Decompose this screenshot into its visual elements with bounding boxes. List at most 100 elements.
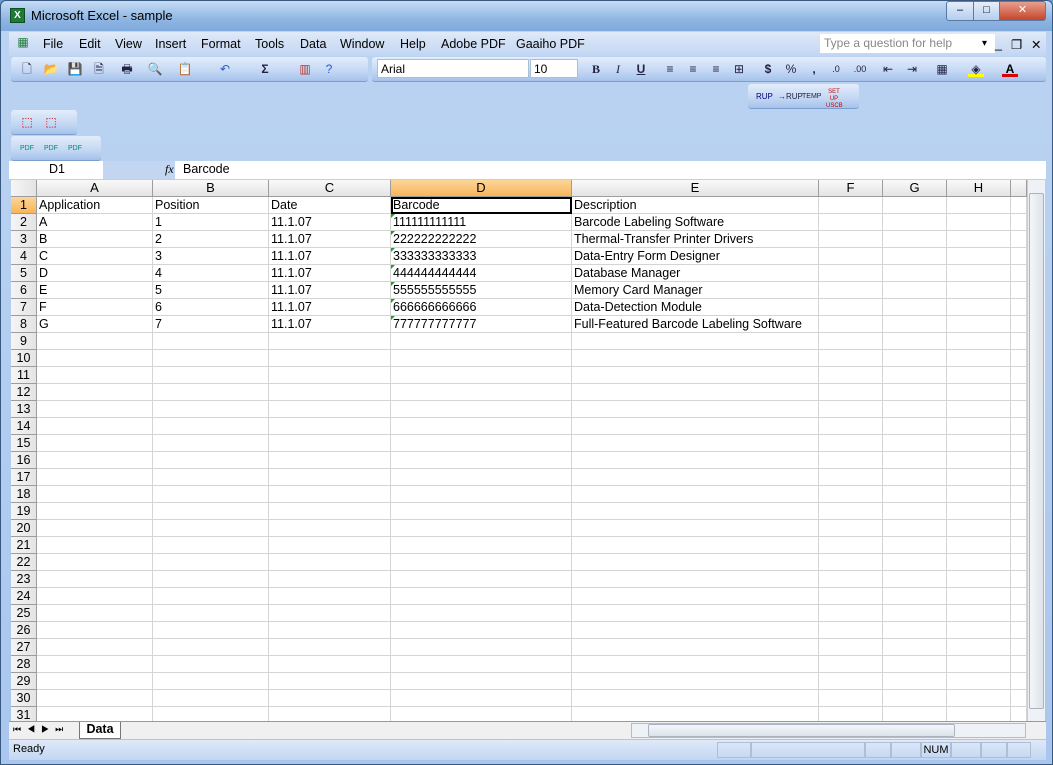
menu-adobe-pdf[interactable]: Adobe PDF	[441, 37, 506, 51]
cell-h24[interactable]	[947, 588, 1011, 605]
cell-f1[interactable]	[819, 197, 883, 214]
cell-a11[interactable]	[37, 367, 153, 384]
gaaiho-pdf-mail-icon[interactable]: PDF	[43, 141, 59, 156]
menu-file[interactable]: File	[43, 37, 63, 51]
cell-g5[interactable]	[883, 265, 947, 282]
cell-c17[interactable]	[269, 469, 391, 486]
cell-d13[interactable]	[391, 401, 572, 418]
cell-d25[interactable]	[391, 605, 572, 622]
cell-c26[interactable]	[269, 622, 391, 639]
row-header[interactable]: 2	[11, 214, 37, 231]
comma-button[interactable]: ,	[806, 62, 822, 77]
cell-f24[interactable]	[819, 588, 883, 605]
cell-h11[interactable]	[947, 367, 1011, 384]
row-header[interactable]: 23	[11, 571, 37, 588]
maximize-button[interactable]: □	[973, 1, 1000, 21]
cell-d3[interactable]: 222222222222	[391, 231, 572, 248]
cell-c3[interactable]: 11.1.07	[269, 231, 391, 248]
row-header[interactable]: 30	[11, 690, 37, 707]
row-header[interactable]: 29	[11, 673, 37, 690]
menu-format[interactable]: Format	[201, 37, 241, 51]
cell-e21[interactable]	[572, 537, 819, 554]
row-header[interactable]: 5	[11, 265, 37, 282]
cell-g9[interactable]	[883, 333, 947, 350]
print-preview-icon[interactable]: 🔍	[147, 62, 163, 77]
cell-c5[interactable]: 11.1.07	[269, 265, 391, 282]
cell-c15[interactable]	[269, 435, 391, 452]
cell-f29[interactable]	[819, 673, 883, 690]
column-header-c[interactable]: C	[269, 180, 391, 197]
cell-a13[interactable]	[37, 401, 153, 418]
cell-b24[interactable]	[153, 588, 269, 605]
row-header[interactable]: 24	[11, 588, 37, 605]
row-header[interactable]: 1	[11, 197, 37, 214]
cell-h21[interactable]	[947, 537, 1011, 554]
cell-f7[interactable]	[819, 299, 883, 316]
help-search-input[interactable]: Type a question for help	[820, 34, 995, 53]
cell-f13[interactable]	[819, 401, 883, 418]
permission-icon[interactable]: 🗎	[91, 62, 107, 77]
cell-a8[interactable]: G	[37, 316, 153, 333]
row-header[interactable]: 11	[11, 367, 37, 384]
cell-h5[interactable]	[947, 265, 1011, 282]
cell-b6[interactable]: 5	[153, 282, 269, 299]
cell-d5[interactable]: 444444444444	[391, 265, 572, 282]
cell-b7[interactable]: 6	[153, 299, 269, 316]
cell-h4[interactable]	[947, 248, 1011, 265]
cell-d16[interactable]	[391, 452, 572, 469]
vertical-scrollbar[interactable]	[1027, 180, 1045, 721]
row-header[interactable]: 19	[11, 503, 37, 520]
cell-e16[interactable]	[572, 452, 819, 469]
cell-a30[interactable]	[37, 690, 153, 707]
cell-d4[interactable]: 333333333333	[391, 248, 572, 265]
cell-a10[interactable]	[37, 350, 153, 367]
cell-d29[interactable]	[391, 673, 572, 690]
cell-a5[interactable]: D	[37, 265, 153, 282]
convert-pdf-icon[interactable]: ⬚	[19, 115, 35, 130]
cell-g10[interactable]	[883, 350, 947, 367]
cell-e4[interactable]: Data-Entry Form Designer	[572, 248, 819, 265]
cell-c19[interactable]	[269, 503, 391, 520]
menu-help[interactable]: Help	[400, 37, 426, 51]
cell-g11[interactable]	[883, 367, 947, 384]
cell-e9[interactable]	[572, 333, 819, 350]
row-header[interactable]: 15	[11, 435, 37, 452]
cell-d8[interactable]: 777777777777	[391, 316, 572, 333]
cell-b27[interactable]	[153, 639, 269, 656]
cell-d2[interactable]: 111111111111	[391, 214, 572, 231]
menu-window[interactable]: Window	[340, 37, 384, 51]
cell-a20[interactable]	[37, 520, 153, 537]
cell-f9[interactable]	[819, 333, 883, 350]
cell-h14[interactable]	[947, 418, 1011, 435]
cell-d9[interactable]	[391, 333, 572, 350]
cell-f26[interactable]	[819, 622, 883, 639]
cell-c8[interactable]: 11.1.07	[269, 316, 391, 333]
cell-f23[interactable]	[819, 571, 883, 588]
cell-b26[interactable]	[153, 622, 269, 639]
cell-g4[interactable]	[883, 248, 947, 265]
decrease-indent-icon[interactable]: ⇤	[880, 62, 896, 77]
cell-e26[interactable]	[572, 622, 819, 639]
cell-h22[interactable]	[947, 554, 1011, 571]
cell-g17[interactable]	[883, 469, 947, 486]
cell-h2[interactable]	[947, 214, 1011, 231]
cell-d28[interactable]	[391, 656, 572, 673]
close-button[interactable]: ✕	[999, 1, 1046, 21]
cell-a24[interactable]	[37, 588, 153, 605]
cell-d20[interactable]	[391, 520, 572, 537]
cell-d21[interactable]	[391, 537, 572, 554]
row-header[interactable]: 17	[11, 469, 37, 486]
cell-d15[interactable]	[391, 435, 572, 452]
cell-c10[interactable]	[269, 350, 391, 367]
cell-e6[interactable]: Memory Card Manager	[572, 282, 819, 299]
cell-e27[interactable]	[572, 639, 819, 656]
row-header[interactable]: 12	[11, 384, 37, 401]
cell-c11[interactable]	[269, 367, 391, 384]
cell-g16[interactable]	[883, 452, 947, 469]
cell-e24[interactable]	[572, 588, 819, 605]
row-header[interactable]: 3	[11, 231, 37, 248]
sheet-tab-data[interactable]: Data	[79, 722, 121, 739]
cell-b12[interactable]	[153, 384, 269, 401]
cell-e17[interactable]	[572, 469, 819, 486]
cell-g25[interactable]	[883, 605, 947, 622]
